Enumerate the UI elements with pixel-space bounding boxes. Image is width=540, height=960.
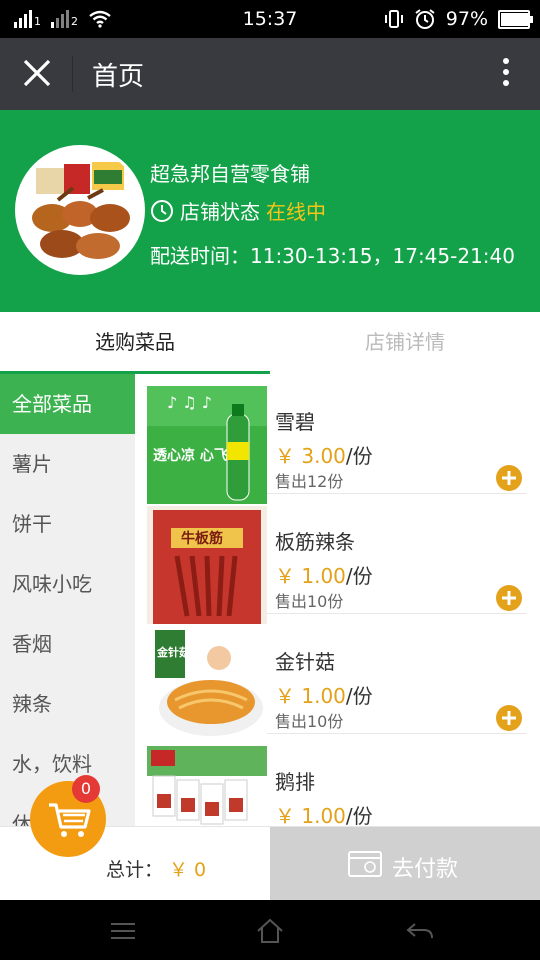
cart-count-badge: 0 [72, 775, 100, 803]
product-item[interactable]: ♪ ♫ ♪ 透心凉 心飞扬 雪碧 ￥ 3.00/份 售出12份 [147, 374, 527, 504]
home-icon[interactable] [255, 918, 285, 944]
clock-icon [151, 199, 173, 222]
category-chips[interactable]: 薯片 [0, 434, 135, 494]
product-price: ￥ 3.00/份 [275, 444, 373, 468]
cart-total-label: 总计： [106, 859, 164, 881]
cart-total-amount: ￥ 0 [169, 859, 207, 881]
product-sold: 售出10份 [275, 712, 344, 731]
vibrate-icon [384, 10, 403, 28]
shop-banner: 超急邦自营零食铺 店铺状态 在线中 配送时间：11:30-13:15，17:45… [0, 110, 540, 312]
product-image-goose-chop [147, 746, 267, 826]
add-to-cart-icon[interactable] [495, 584, 523, 612]
checkout-label: 去付款 [392, 857, 459, 882]
product-item[interactable]: 牛板筋 板筋辣条 ￥ 1.00/份 售出10份 [147, 494, 527, 624]
thumb-text: 金针菇 [156, 645, 190, 659]
thumb-text: 牛板筋 [181, 530, 223, 547]
product-image-beef-tendon: 牛板筋 [147, 506, 267, 624]
add-to-cart-icon[interactable] [495, 464, 523, 492]
add-to-cart-icon[interactable] [495, 704, 523, 732]
status-bar: 1 2 15:37 97% [0, 0, 540, 38]
product-sold: 售出12份 [275, 472, 344, 491]
tab-shop-details[interactable]: 店铺详情 [270, 312, 540, 372]
app-bar-divider [72, 56, 73, 92]
shop-logo [18, 148, 142, 272]
category-all[interactable]: 全部菜品 [0, 374, 135, 434]
delivery-time: 配送时间：11:30-13:15，17:45-21:40 [150, 244, 515, 268]
wallet-icon [348, 851, 382, 877]
back-icon[interactable] [405, 918, 435, 944]
product-item[interactable]: 金针菇 金针菇 ￥ 1.00/份 售出10份 [147, 614, 527, 744]
alarm-icon [415, 9, 435, 29]
category-biscuits[interactable]: 饼干 [0, 494, 135, 554]
close-icon[interactable] [20, 56, 54, 90]
more-menu-icon[interactable] [502, 58, 510, 90]
battery-percent: 97% [445, 8, 488, 30]
product-sold: 售出10份 [275, 592, 344, 611]
category-cigarettes[interactable]: 香烟 [0, 614, 135, 674]
svg-text:♪ ♫ ♪: ♪ ♫ ♪ [167, 393, 212, 412]
shop-status-value: 在线中 [266, 200, 326, 224]
shop-status-label: 店铺状态 [180, 200, 260, 224]
battery-icon [498, 9, 533, 29]
app-bar: 首页 [0, 38, 540, 110]
shop-status: 店铺状态 在线中 [150, 196, 326, 225]
menu-icon[interactable] [108, 918, 138, 944]
product-item[interactable]: 鹅排 ￥ 1.00/份 [147, 734, 527, 826]
product-price: ￥ 1.00/份 [275, 804, 373, 826]
product-price: ￥ 1.00/份 [275, 684, 373, 708]
product-list: ♪ ♫ ♪ 透心凉 心飞扬 雪碧 ￥ 3.00/份 售出12份 牛板筋 板筋辣条… [135, 374, 540, 826]
system-nav-bar [0, 900, 540, 960]
category-spicy-strips[interactable]: 辣条 [0, 674, 135, 734]
product-name: 雪碧 [275, 410, 315, 434]
page-title: 首页 [92, 62, 145, 92]
shop-name: 超急邦自营零食铺 [150, 162, 310, 186]
shopping-cart-icon [49, 803, 91, 837]
tab-bar: 选购菜品 店铺详情 [0, 312, 540, 375]
product-name: 板筋辣条 [275, 530, 355, 554]
product-name: 鹅排 [275, 770, 315, 794]
cart-total: 总计： ￥ 0 [106, 855, 206, 882]
product-name: 金针菇 [275, 650, 335, 674]
checkout-button[interactable]: 去付款 [270, 827, 540, 901]
category-sidebar: 全部菜品 薯片 饼干 风味小吃 香烟 辣条 水，饮料 休 [0, 374, 135, 826]
product-image-sprite: ♪ ♫ ♪ 透心凉 心飞扬 [147, 386, 267, 504]
product-image-enoki: 金针菇 [147, 626, 267, 744]
product-price: ￥ 1.00/份 [275, 564, 373, 588]
tab-shop-products[interactable]: 选购菜品 [0, 312, 270, 372]
category-snacks[interactable]: 风味小吃 [0, 554, 135, 614]
